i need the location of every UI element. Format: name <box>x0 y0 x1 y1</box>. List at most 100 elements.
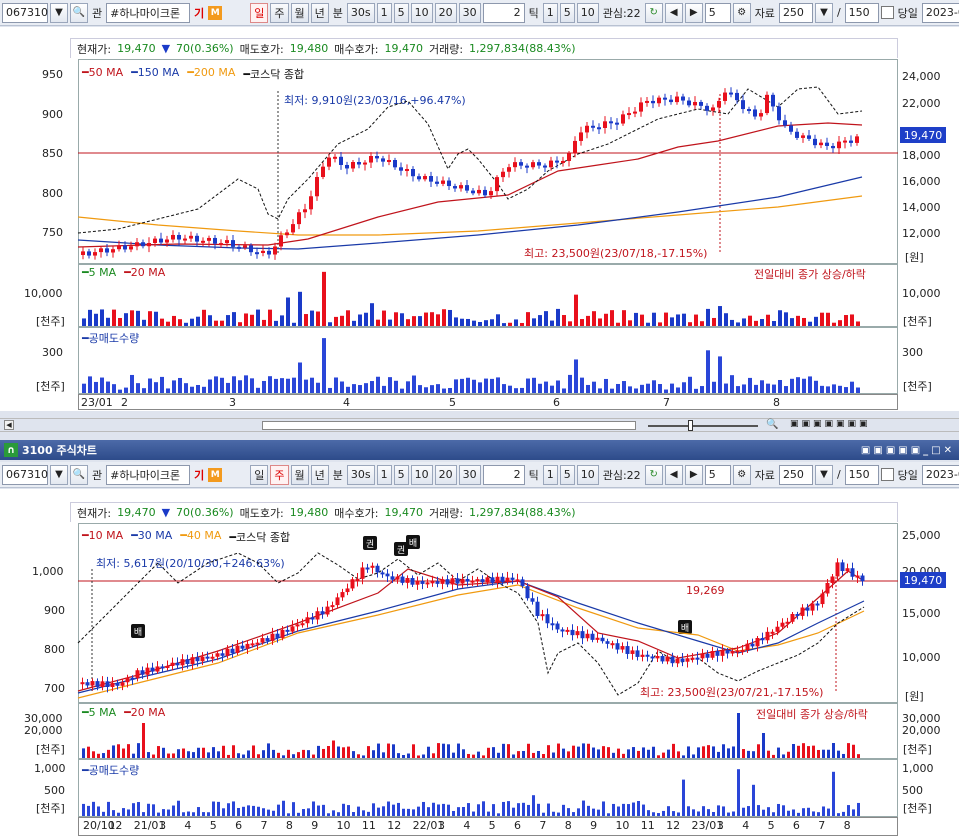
window-controls-icon[interactable]: ▣▣▣▣▣_□✕ <box>861 445 955 456</box>
interval-10-button[interactable]: 10 <box>410 2 433 23</box>
search-icon[interactable]: 🔍 <box>70 2 88 23</box>
scroll-left-icon[interactable]: ◀ <box>4 420 14 430</box>
tick-10-button[interactable]: 10 <box>576 2 599 23</box>
interval-20-button[interactable]: 20 <box>434 464 457 485</box>
search-icon[interactable]: 🔍 <box>70 464 88 485</box>
period-year-button[interactable]: 년 <box>310 2 329 23</box>
refresh-icon[interactable]: ↻ <box>644 464 663 485</box>
interval-1-button[interactable]: 1 <box>376 2 392 23</box>
period-month-button[interactable]: 월 <box>290 464 309 485</box>
volume-bar <box>402 755 405 758</box>
period-day-button[interactable]: 일 <box>250 464 269 485</box>
zoom-icon[interactable]: 🔍 <box>766 419 778 430</box>
interval-5-button[interactable]: 5 <box>393 2 409 23</box>
data-count-dropdown-icon[interactable]: ▼ <box>814 464 833 485</box>
window-title: 3100 주식차트 <box>22 444 97 457</box>
period-30s-button[interactable]: 30s <box>346 464 375 485</box>
volume-bar <box>252 745 255 758</box>
volume-bar <box>760 319 764 326</box>
code-input[interactable]: 067310 <box>2 464 48 485</box>
zoom-slider-handle[interactable] <box>688 420 693 431</box>
data-count-dropdown-icon[interactable]: ▼ <box>814 2 833 23</box>
volume-bar <box>782 805 785 816</box>
interval-30-button[interactable]: 30 <box>458 464 481 485</box>
volume-bar <box>352 320 356 326</box>
volume-bar <box>352 751 355 758</box>
volume-bar <box>232 312 236 326</box>
volume-bar <box>462 806 465 816</box>
stock-name-field[interactable]: #하나마이크론 <box>106 464 191 485</box>
volume-bar <box>362 755 365 758</box>
volume-bar <box>392 804 395 816</box>
period-week-button[interactable]: 주 <box>270 464 289 485</box>
volume-value: 1,297,834(88.43%) <box>469 506 576 519</box>
zoom-slider[interactable] <box>648 425 758 427</box>
tick-5-button[interactable]: 5 <box>559 464 575 485</box>
period-day-button[interactable]: 일 <box>250 2 269 23</box>
period-year-button[interactable]: 년 <box>310 464 329 485</box>
settings-icon[interactable]: ⚙ <box>732 2 751 23</box>
volume-bar <box>717 751 720 758</box>
data-count-input[interactable]: 250 <box>778 2 813 23</box>
bottom-left-axis-1: 900 <box>44 604 65 617</box>
volume-bar <box>577 746 580 758</box>
dropdown-arrow-icon[interactable]: ▼ <box>50 2 68 23</box>
tick-5-button[interactable]: 5 <box>559 2 575 23</box>
stock-name-field[interactable]: #하나마이크론 <box>106 2 191 23</box>
candle-body <box>330 605 335 608</box>
total-count-input[interactable]: 150 <box>844 2 879 23</box>
code-input[interactable]: 067310 <box>2 2 48 23</box>
volume-bar <box>137 802 140 816</box>
volume-bar <box>292 802 295 816</box>
interval-10-button[interactable]: 10 <box>410 464 433 485</box>
tick-1-button[interactable]: 1 <box>542 2 558 23</box>
today-checkbox[interactable] <box>880 6 894 19</box>
chart-scrollbar[interactable]: ◀ 🔍 ▣▣▣▣▣▣▣ <box>0 418 959 432</box>
count-input[interactable]: 5 <box>704 2 731 23</box>
period-30s-button[interactable]: 30s <box>346 2 375 23</box>
top-right-axis-0: 24,000 <box>902 70 941 83</box>
candle-body <box>275 633 280 638</box>
settings-icon[interactable]: ⚙ <box>732 464 751 485</box>
candle-body <box>265 638 270 641</box>
bottom-x-label: 5 <box>767 819 775 832</box>
tick-1-button[interactable]: 1 <box>542 464 558 485</box>
dropdown-arrow-icon[interactable]: ▼ <box>50 464 68 485</box>
volume-bar <box>752 751 755 758</box>
today-checkbox[interactable] <box>880 468 894 481</box>
interval-5-button[interactable]: 5 <box>393 464 409 485</box>
date-input[interactable]: 2023-08- <box>921 464 959 485</box>
top-left-axis-4: 750 <box>42 226 63 239</box>
interval-1-button[interactable]: 1 <box>376 464 392 485</box>
interval-20-button[interactable]: 20 <box>434 2 457 23</box>
volume-bar <box>682 755 685 758</box>
top-right-axis-6: 12,000 <box>902 227 941 240</box>
period-month-button[interactable]: 월 <box>290 2 309 23</box>
next-arrow-icon[interactable]: ▶ <box>684 2 703 23</box>
date-input[interactable]: 2023-08- <box>921 2 959 23</box>
volume-bar <box>217 751 220 758</box>
count-input[interactable]: 5 <box>704 464 731 485</box>
chart-tool-icons[interactable]: ▣▣▣▣▣▣▣ <box>790 419 871 429</box>
prev-arrow-icon[interactable]: ◀ <box>664 2 683 23</box>
volume-bar <box>814 380 818 393</box>
volume-bar <box>400 388 404 393</box>
next-arrow-icon[interactable]: ▶ <box>684 464 703 485</box>
refresh-icon[interactable]: ↻ <box>644 2 663 23</box>
interval-30-button[interactable]: 30 <box>458 2 481 23</box>
total-count-input[interactable]: 150 <box>844 464 879 485</box>
volume-bar <box>430 312 434 326</box>
bottom-vol-unit-right: [천주] <box>903 743 932 756</box>
data-count-input[interactable]: 250 <box>778 464 813 485</box>
bottom-window-titlebar[interactable]: ∩ 3100 주식차트 ▣▣▣▣▣_□✕ <box>0 440 959 460</box>
prev-arrow-icon[interactable]: ◀ <box>664 464 683 485</box>
scroll-thumb[interactable] <box>262 421 636 430</box>
period-week-button[interactable]: 주 <box>270 2 289 23</box>
candle-body <box>475 579 480 582</box>
volume-bar <box>797 812 800 816</box>
volume-bar <box>772 754 775 758</box>
tick-input[interactable]: 2 <box>482 464 525 485</box>
tick-10-button[interactable]: 10 <box>576 464 599 485</box>
tick-input[interactable]: 2 <box>482 2 525 23</box>
volume-bar <box>177 800 180 816</box>
